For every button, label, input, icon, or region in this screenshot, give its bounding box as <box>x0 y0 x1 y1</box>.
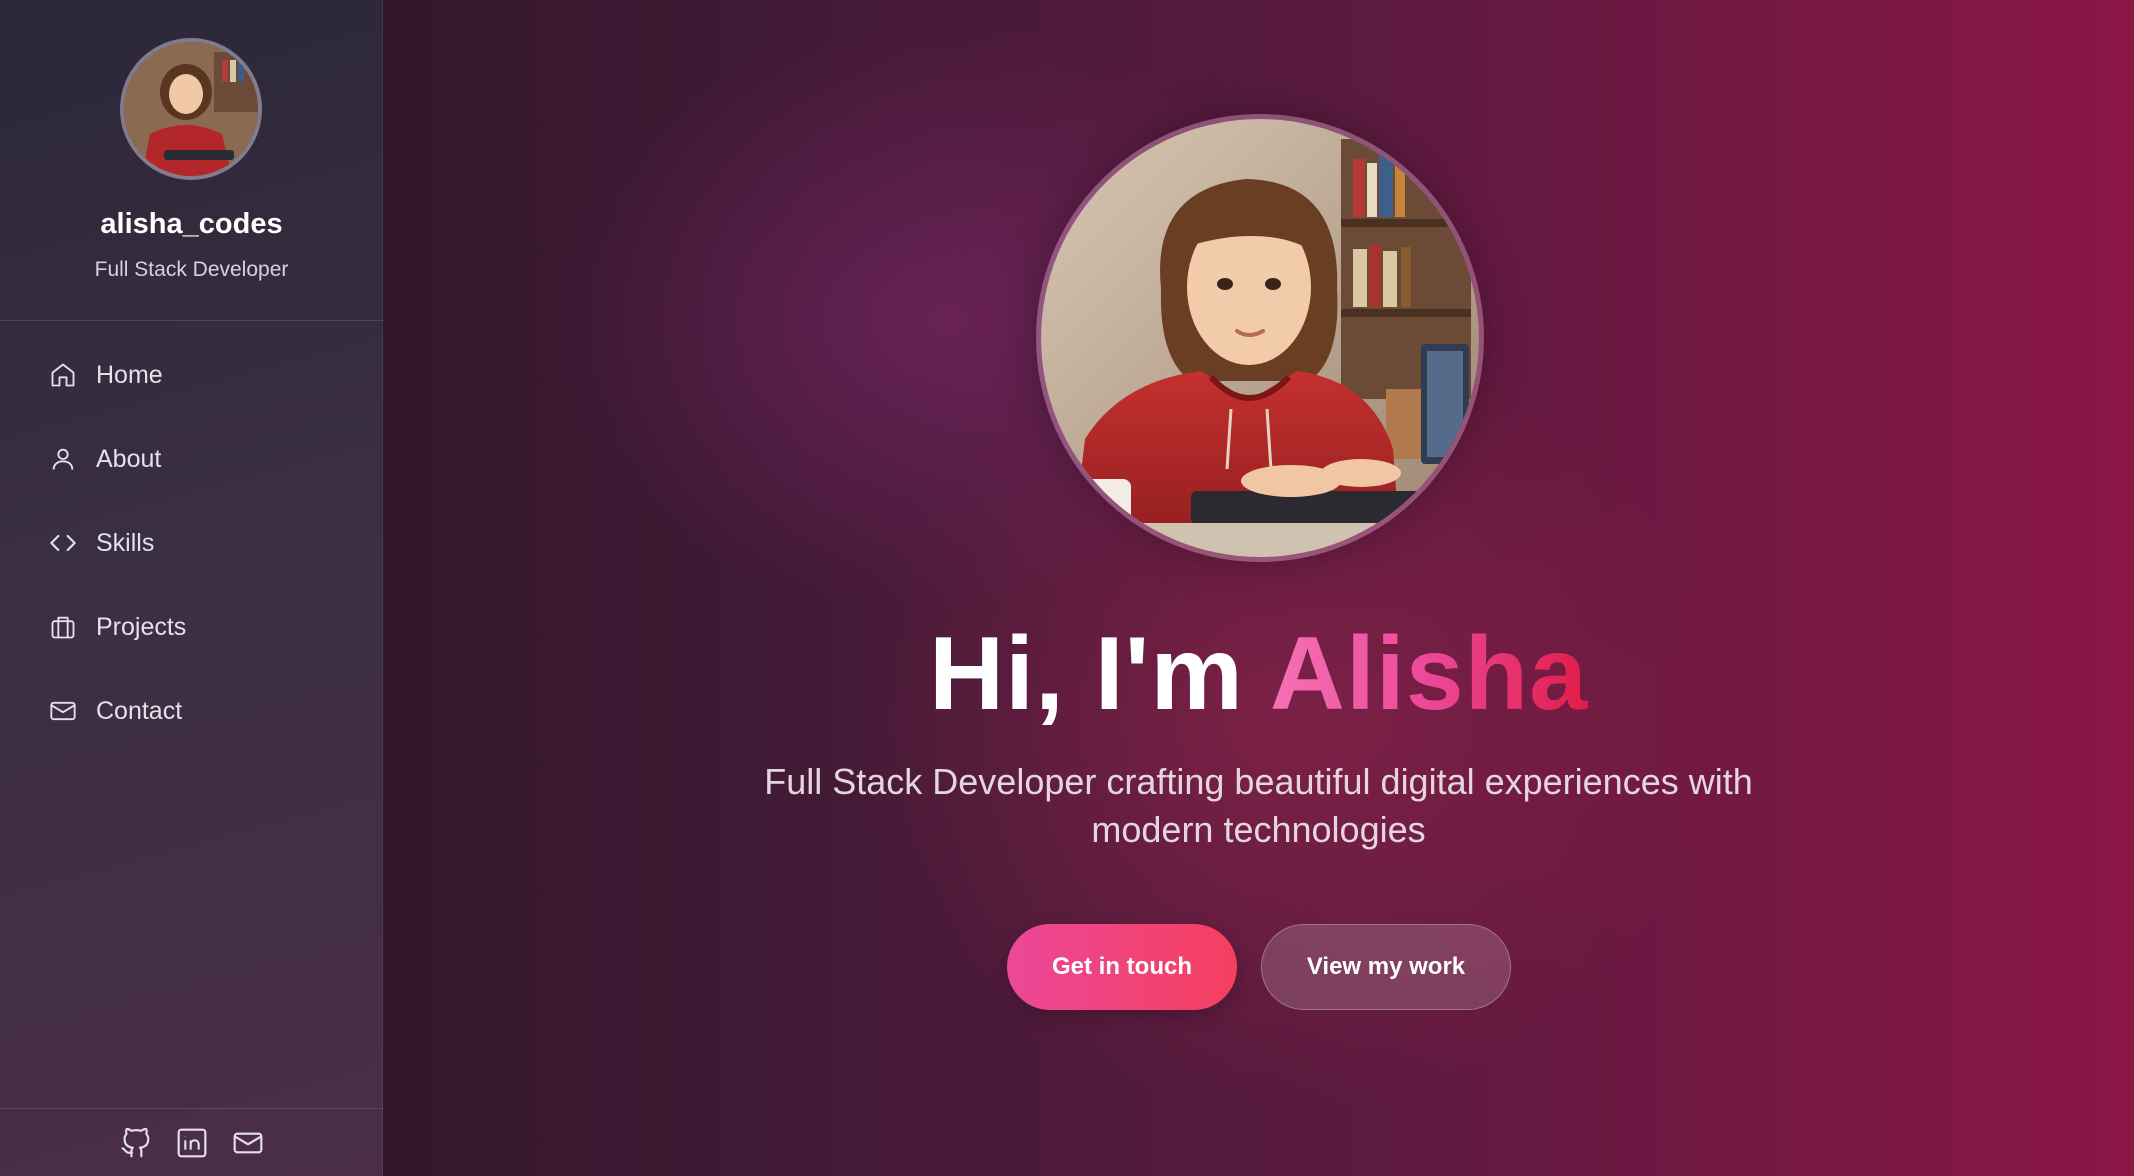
hero-subtitle: Full Stack Developer crafting beautiful … <box>764 761 1753 850</box>
home-icon <box>48 360 78 390</box>
mail-icon[interactable] <box>231 1126 265 1160</box>
avatar-illustration <box>124 42 258 176</box>
hero-greeting: Hi, I'm <box>928 616 1270 732</box>
mail-icon <box>48 696 78 726</box>
get-in-touch-button[interactable]: Get in touch <box>1007 924 1237 1010</box>
sidebar-item-projects[interactable]: Projects <box>0 592 383 662</box>
user-icon <box>48 444 78 474</box>
hero-portrait-illustration <box>1041 119 1479 557</box>
hero-avatar <box>1036 114 1484 562</box>
sidebar-item-label: Home <box>96 360 163 389</box>
sidebar-item-about[interactable]: About <box>0 424 383 494</box>
social-links <box>0 1108 383 1176</box>
hero-section: Hi, I'm Alisha Full Stack Developer craf… <box>383 0 2134 1176</box>
view-my-work-button[interactable]: View my work <box>1261 924 1511 1010</box>
linkedin-icon[interactable] <box>175 1126 209 1160</box>
briefcase-icon <box>48 612 78 642</box>
code-icon <box>48 528 78 558</box>
avatar <box>120 38 262 180</box>
sidebar-item-home[interactable]: Home <box>0 340 383 410</box>
sidebar-item-label: Projects <box>96 612 187 641</box>
username: alisha_codes <box>100 208 283 240</box>
profile-card: alisha_codes Full Stack Developer <box>0 0 383 321</box>
user-role: Full Stack Developer <box>94 258 289 281</box>
hero-name: Alisha <box>1269 616 1589 732</box>
sidebar-item-label: Skills <box>96 528 155 557</box>
sidebar-item-label: Contact <box>96 696 183 725</box>
hero-title: Hi, I'm Alisha <box>383 612 2134 736</box>
github-icon[interactable] <box>119 1126 153 1160</box>
sidebar-item-skills[interactable]: Skills <box>0 508 383 578</box>
sidebar: alisha_codes Full Stack Developer Home A… <box>0 0 383 1176</box>
sidebar-item-label: About <box>96 444 162 473</box>
sidebar-item-contact[interactable]: Contact <box>0 676 383 746</box>
